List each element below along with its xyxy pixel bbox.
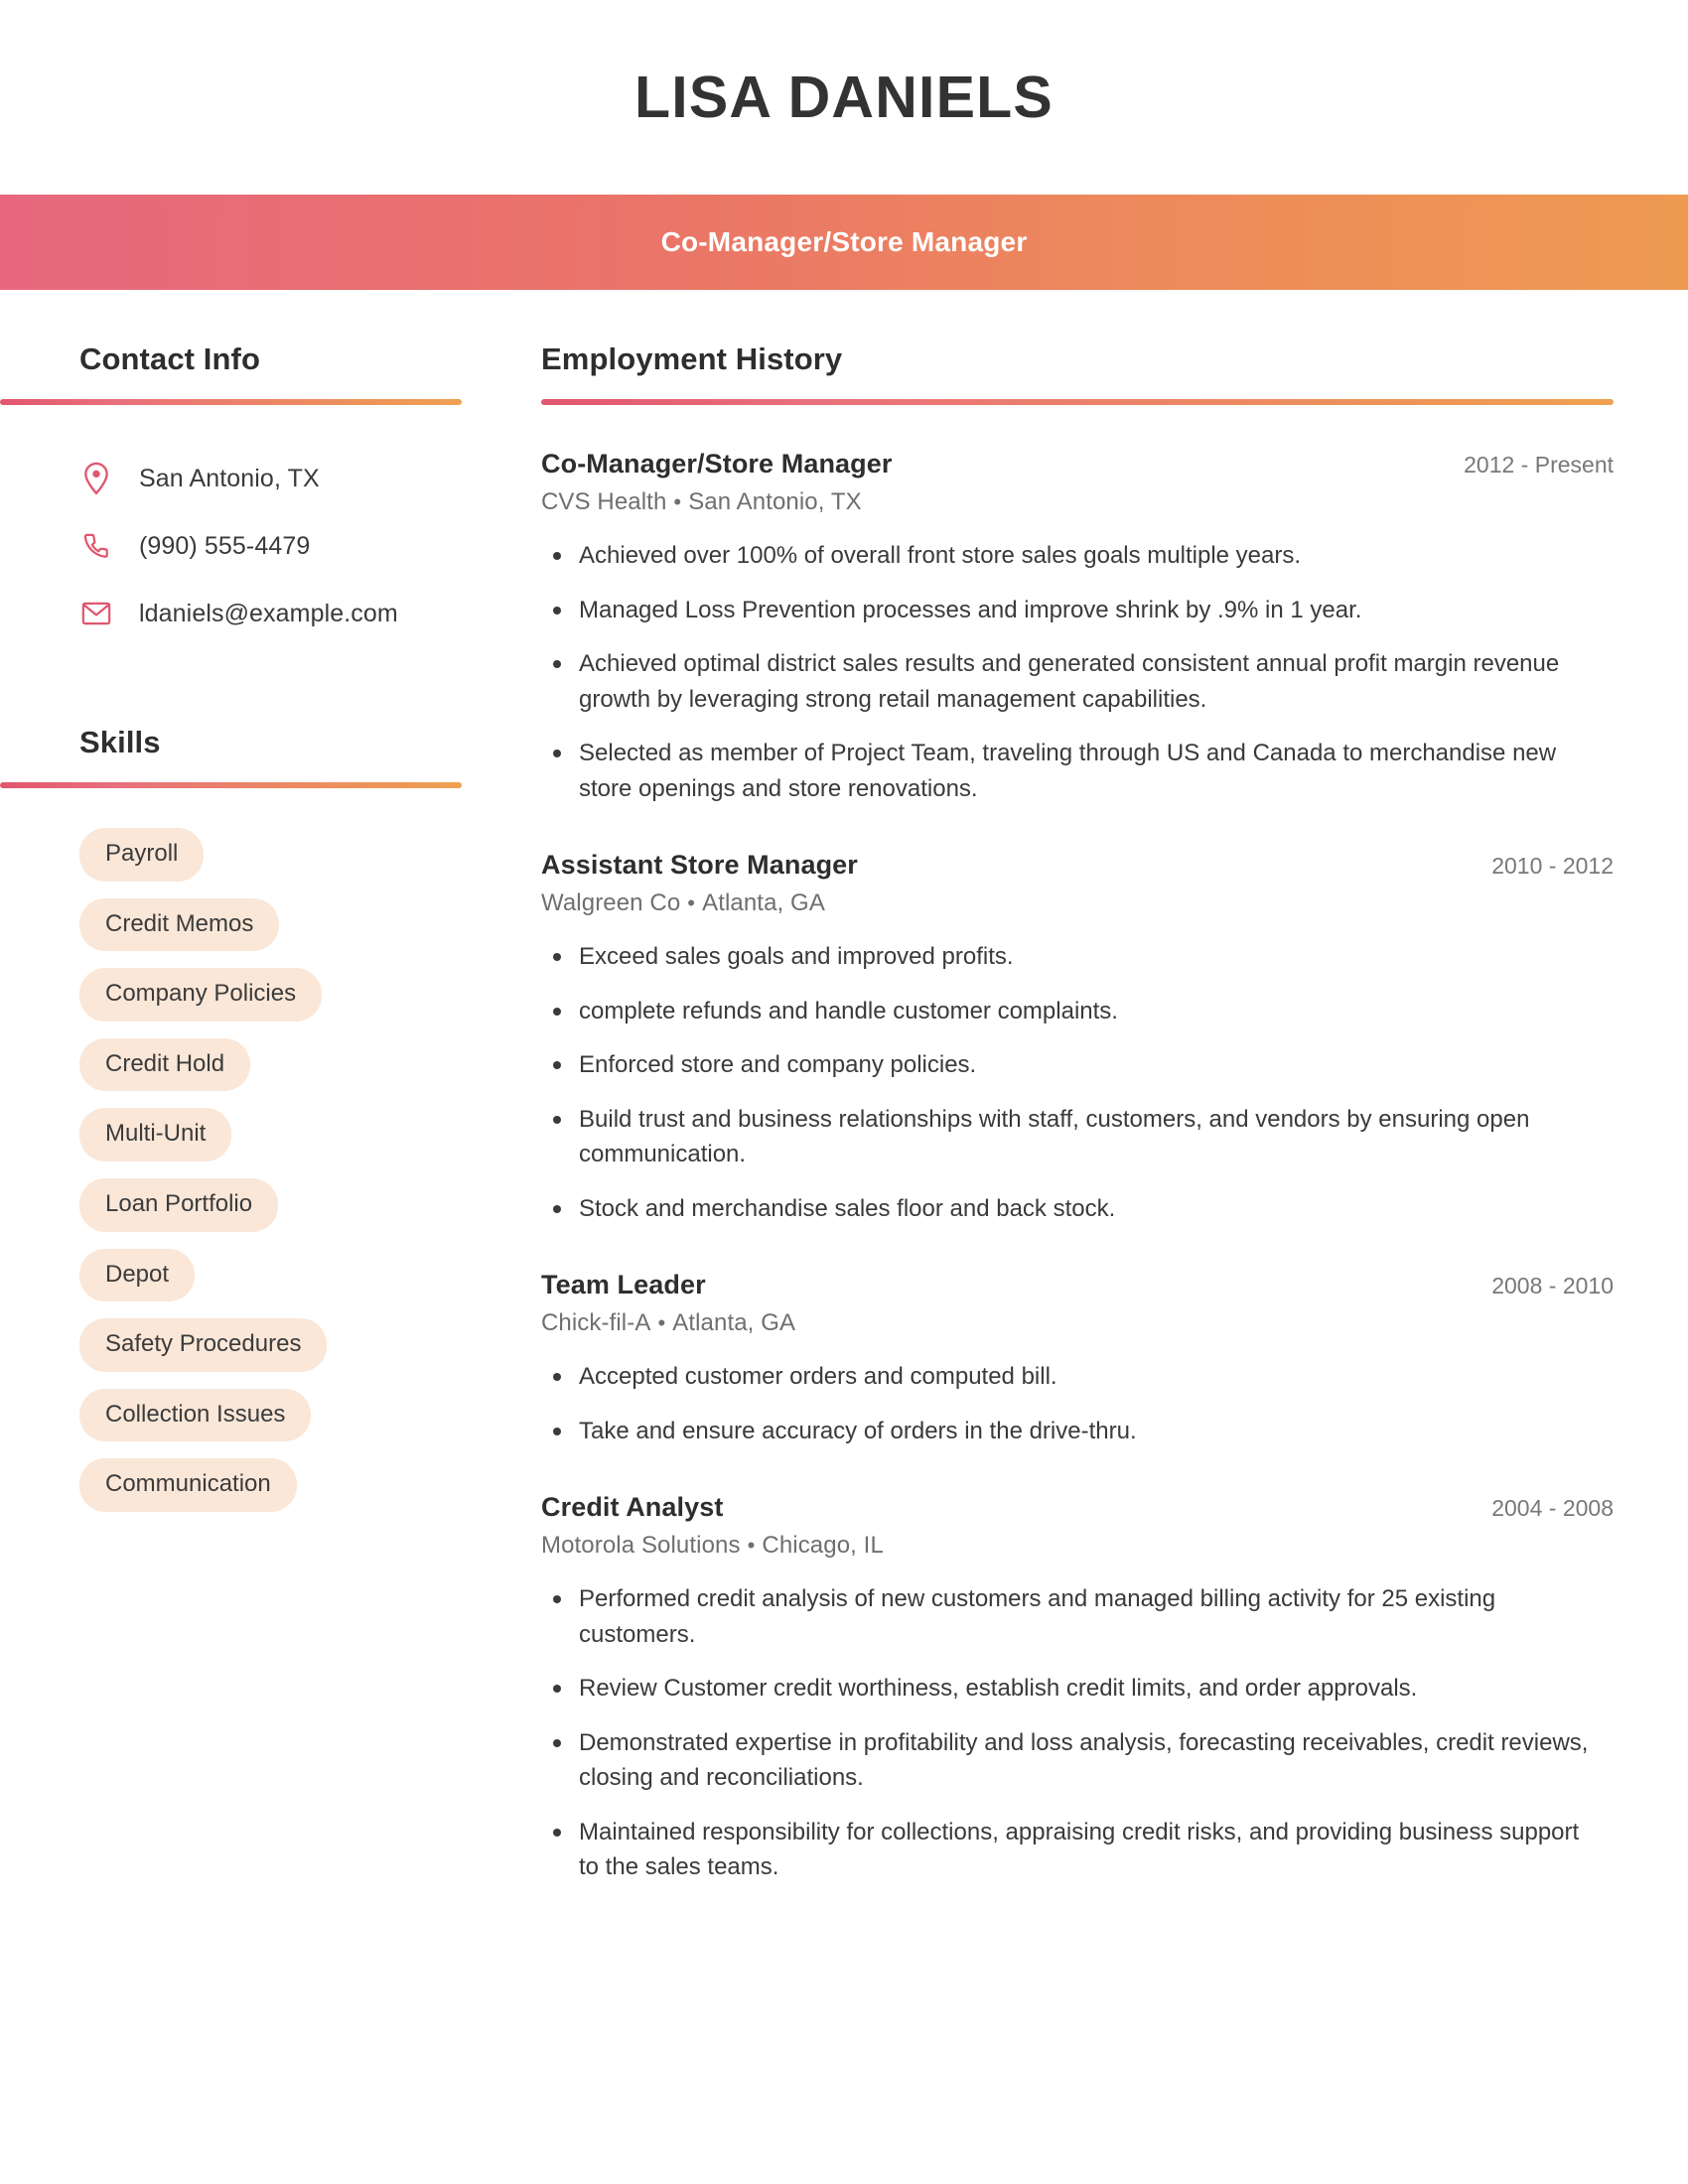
job-bullet: Stock and merchandise sales floor and ba… bbox=[541, 1191, 1594, 1227]
contact-info-list: San Antonio, TX (990) 555-4479 ldaniels@… bbox=[0, 445, 541, 647]
job-title: Assistant Store Manager bbox=[541, 850, 858, 881]
employment-history-list: Co-Manager/Store Manager 2012 - Present CV… bbox=[541, 449, 1614, 1885]
resume-page: LISA DANIELS Co-Manager/Store Manager Co… bbox=[0, 0, 1688, 2184]
job-bullet: Take and ensure accuracy of orders in th… bbox=[541, 1414, 1594, 1449]
job-bullet: Achieved optimal district sales results … bbox=[541, 646, 1594, 717]
skill-pill: Loan Portfolio bbox=[79, 1177, 279, 1232]
main-content: Employment History Co-Manager/Store Mana… bbox=[541, 341, 1688, 1885]
job-entry: Team Leader 2008 - 2010 Chick-fil-A • Atlant… bbox=[541, 1270, 1614, 1448]
job-dates: 2012 - Present bbox=[1464, 452, 1614, 478]
skill-pill: Company Policies bbox=[79, 968, 323, 1022]
skills-pill-list: Payroll Credit Memos Company Policies Credi… bbox=[0, 828, 427, 1512]
contact-location-text: San Antonio, TX bbox=[139, 464, 320, 492]
job-header: Team Leader 2008 - 2010 bbox=[541, 1270, 1614, 1300]
job-bullet: Build trust and business relationships w… bbox=[541, 1102, 1594, 1172]
job-entry: Co-Manager/Store Manager 2012 - Present CV… bbox=[541, 449, 1614, 806]
skill-pill: Payroll bbox=[79, 828, 205, 882]
location-pin-icon bbox=[79, 462, 113, 495]
job-bullet-list: Performed credit analysis of new custome… bbox=[541, 1581, 1614, 1885]
job-bullet: Selected as member of Project Team, trav… bbox=[541, 736, 1594, 806]
employment-history-heading: Employment History bbox=[541, 341, 843, 376]
job-bullet: Review Customer credit worthiness, estab… bbox=[541, 1671, 1594, 1706]
job-company: Walgreen Co bbox=[541, 889, 681, 917]
job-location: Atlanta, GA bbox=[702, 889, 825, 917]
job-company: Motorola Solutions bbox=[541, 1532, 741, 1560]
resume-body: Contact Info San Antonio, TX (990) 555-4… bbox=[0, 290, 1688, 1885]
job-location: Chicago, IL bbox=[762, 1532, 884, 1560]
job-entry: Credit Analyst 2004 - 2008 Motorola Soluti… bbox=[541, 1492, 1614, 1885]
job-company-location: CVS Health • San Antonio, TX bbox=[541, 488, 1614, 516]
job-bullet: complete refunds and handle customer com… bbox=[541, 994, 1594, 1029]
skills-divider bbox=[0, 782, 462, 788]
meta-separator: • bbox=[687, 890, 696, 916]
job-location: Atlanta, GA bbox=[672, 1309, 796, 1337]
job-company-location: Chick-fil-A • Atlanta, GA bbox=[541, 1309, 1614, 1337]
job-header: Credit Analyst 2004 - 2008 bbox=[541, 1492, 1614, 1523]
skill-pill: Communication bbox=[79, 1458, 297, 1512]
job-dates: 2008 - 2010 bbox=[1491, 1273, 1614, 1299]
candidate-name: LISA DANIELS bbox=[634, 64, 1054, 130]
employment-history-divider bbox=[541, 399, 1614, 405]
job-bullet: Maintained responsibility for collection… bbox=[541, 1815, 1594, 1885]
resume-header: LISA DANIELS bbox=[0, 0, 1688, 195]
skill-pill: Multi-Unit bbox=[79, 1108, 232, 1161]
contact-info-section: Contact Info San Antonio, TX (990) 555-4… bbox=[0, 341, 541, 647]
skill-pill: Depot bbox=[79, 1248, 196, 1302]
skill-pill: Safety Procedures bbox=[79, 1318, 328, 1372]
job-bullet: Managed Loss Prevention processes and im… bbox=[541, 593, 1594, 628]
job-dates: 2004 - 2008 bbox=[1491, 1495, 1614, 1522]
sidebar: Contact Info San Antonio, TX (990) 555-4… bbox=[0, 341, 541, 1512]
job-company-location: Walgreen Co • Atlanta, GA bbox=[541, 889, 1614, 917]
job-title: Credit Analyst bbox=[541, 1492, 724, 1523]
job-dates: 2010 - 2012 bbox=[1491, 853, 1614, 880]
contact-item-location: San Antonio, TX bbox=[79, 445, 541, 512]
skill-pill: Collection Issues bbox=[79, 1388, 312, 1442]
meta-separator: • bbox=[673, 489, 682, 514]
contact-email-text: ldaniels@example.com bbox=[139, 599, 398, 627]
job-bullet-list: Achieved over 100% of overall front stor… bbox=[541, 538, 1614, 806]
job-title: Team Leader bbox=[541, 1270, 706, 1300]
contact-item-email: ldaniels@example.com bbox=[79, 580, 541, 647]
job-bullet: Accepted customer orders and computed bi… bbox=[541, 1359, 1594, 1395]
job-company-location: Motorola Solutions • Chicago, IL bbox=[541, 1532, 1614, 1560]
skill-pill: Credit Memos bbox=[79, 897, 280, 952]
contact-phone-text: (990) 555-4479 bbox=[139, 531, 311, 560]
job-company: Chick-fil-A bbox=[541, 1309, 651, 1337]
job-header: Co-Manager/Store Manager 2012 - Present bbox=[541, 449, 1614, 479]
job-location: San Antonio, TX bbox=[688, 488, 862, 515]
contact-info-heading: Contact Info bbox=[79, 341, 261, 376]
meta-separator: • bbox=[657, 1310, 666, 1336]
job-bullet: Exceed sales goals and improved profits. bbox=[541, 939, 1594, 975]
skill-pill: Credit Hold bbox=[79, 1037, 251, 1092]
candidate-job-title: Co-Manager/Store Manager bbox=[660, 226, 1028, 257]
phone-icon bbox=[79, 531, 113, 561]
job-company: CVS Health bbox=[541, 488, 667, 515]
job-entry: Assistant Store Manager 2010 - 2012 Walgre… bbox=[541, 850, 1614, 1226]
job-bullet: Achieved over 100% of overall front stor… bbox=[541, 538, 1594, 574]
job-bullet-list: Exceed sales goals and improved profits.… bbox=[541, 939, 1614, 1226]
contact-item-phone: (990) 555-4479 bbox=[79, 512, 541, 580]
job-title: Co-Manager/Store Manager bbox=[541, 449, 893, 478]
skills-section: Skills Payroll Credit Memos Company Polici… bbox=[0, 725, 541, 1512]
job-bullet: Enforced store and company policies. bbox=[541, 1047, 1594, 1083]
job-header: Assistant Store Manager 2010 - 2012 bbox=[541, 850, 1614, 881]
job-bullet-list: Accepted customer orders and computed bi… bbox=[541, 1359, 1614, 1448]
job-bullet: Demonstrated expertise in profitability … bbox=[541, 1725, 1594, 1796]
contact-info-divider bbox=[0, 399, 462, 405]
envelope-icon bbox=[79, 601, 113, 626]
job-bullet: Performed credit analysis of new custome… bbox=[541, 1581, 1594, 1652]
skills-heading: Skills bbox=[79, 725, 161, 759]
job-title-band: Co-Manager/Store Manager bbox=[0, 195, 1688, 290]
meta-separator: • bbox=[747, 1533, 756, 1559]
